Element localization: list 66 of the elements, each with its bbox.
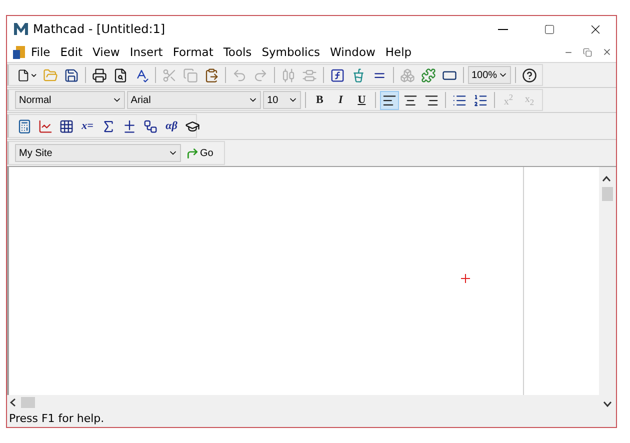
- menu-item[interactable]: Help: [380, 45, 417, 59]
- function-icon: [330, 68, 345, 82]
- app-logo-icon: [13, 22, 29, 36]
- graph-icon: [38, 118, 53, 134]
- menu-item[interactable]: File: [26, 45, 56, 59]
- redo-icon: [253, 68, 268, 82]
- menu-item[interactable]: Edit: [55, 45, 88, 59]
- menu-item[interactable]: Symbolics: [256, 45, 326, 59]
- restore-icon: [583, 48, 592, 56]
- size-dropdown[interactable]: 10: [263, 91, 302, 109]
- format-button[interactable]: U: [352, 90, 372, 110]
- matrix-icon: [59, 118, 74, 134]
- help-button[interactable]: [520, 66, 540, 84]
- go-button[interactable]: Go: [183, 144, 216, 162]
- cup-icon: [350, 68, 366, 82]
- vertical-scrollbar[interactable]: [599, 167, 616, 410]
- print-preview-icon: [113, 68, 128, 82]
- undo-icon: [232, 68, 248, 82]
- printer-button[interactable]: [90, 66, 110, 84]
- cut-icon: [162, 68, 178, 82]
- menu-item[interactable]: Insert: [124, 45, 168, 59]
- scrollbar-thumb[interactable]: [602, 187, 613, 201]
- arrow-icon: [186, 146, 199, 160]
- status-text: Press F1 for help.: [9, 412, 104, 425]
- save-icon: [64, 68, 80, 82]
- zoom-dropdown[interactable]: 100%: [468, 66, 512, 84]
- calculator-icon: [17, 118, 32, 134]
- bullet-list-icon: [452, 92, 468, 108]
- style-dropdown[interactable]: Normal: [15, 91, 125, 109]
- format-button[interactable]: I: [331, 90, 350, 110]
- align-center-icon: [403, 92, 418, 108]
- menu-item[interactable]: Window: [325, 45, 380, 59]
- font-dropdown[interactable]: Arial: [126, 91, 262, 109]
- puzzle-icon: [420, 68, 436, 82]
- new-file-icon: [17, 68, 30, 82]
- help-icon: [522, 68, 538, 82]
- sigma-icon: [101, 118, 116, 134]
- close-icon: [602, 47, 612, 57]
- site-dropdown[interactable]: My Site: [15, 144, 181, 162]
- numbered-list-icon: [473, 92, 488, 108]
- greek-button[interactable]: αβ: [162, 116, 181, 136]
- puzzle-button[interactable]: [418, 66, 438, 84]
- align-button[interactable]: [380, 90, 400, 110]
- graduation-cap-icon: [185, 118, 200, 134]
- component-icon: [400, 68, 415, 82]
- menu-item[interactable]: View: [88, 45, 125, 59]
- printer-icon: [92, 68, 108, 82]
- scrollbar-thumb[interactable]: [21, 397, 35, 408]
- open-folder-icon: [43, 68, 58, 82]
- evaluation-button[interactable]: x=: [78, 116, 97, 136]
- align-horizontal-icon: [280, 68, 296, 82]
- document-icon: [12, 44, 26, 60]
- format-button[interactable]: B: [310, 90, 330, 110]
- copy-icon: [183, 68, 198, 82]
- align-left-icon: [382, 92, 398, 108]
- align-right-icon: [424, 92, 440, 108]
- spell-check-icon: [134, 68, 150, 82]
- window-title: Mathcad - [Untitled:1]: [33, 22, 166, 36]
- menu-item[interactable]: Format: [168, 45, 218, 59]
- flowchart-icon: [143, 118, 158, 134]
- paste-icon: [204, 68, 220, 82]
- crosshair-cursor-icon: [461, 274, 470, 283]
- menu-item[interactable]: Tools: [218, 45, 257, 59]
- maximize-icon: [544, 24, 554, 34]
- align-vertical-icon: [302, 68, 317, 82]
- minimize-icon: [498, 28, 508, 30]
